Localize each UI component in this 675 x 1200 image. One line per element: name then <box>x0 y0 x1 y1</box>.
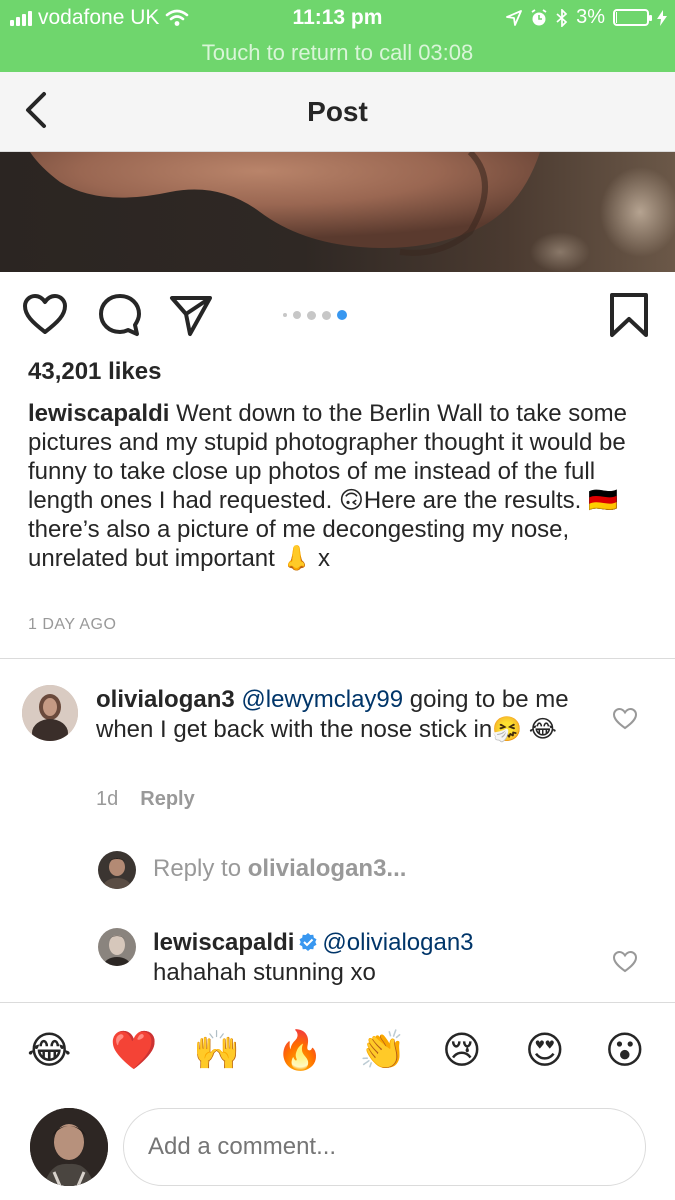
charging-bolt-icon <box>657 9 667 26</box>
comment-input[interactable] <box>123 1108 646 1186</box>
reply-text: hahahah stunning xo <box>153 959 376 986</box>
alarm-icon <box>531 8 547 25</box>
emoji-quick-bar: 😂 ❤️ 🙌 🔥 👏 😢 😍 😮 <box>0 1022 675 1082</box>
avatar[interactable] <box>98 928 136 966</box>
reply-button[interactable]: Reply <box>140 788 194 810</box>
like-count[interactable]: 43,201 likes <box>28 358 161 386</box>
emoji-joy[interactable]: 😂 <box>27 1022 71 1078</box>
avatar <box>30 1108 108 1186</box>
page-title: Post <box>307 96 368 127</box>
reply-mention[interactable]: @olivialogan3 <box>322 929 473 956</box>
carousel-dot <box>293 311 301 319</box>
share-icon[interactable] <box>168 292 214 338</box>
carousel-dot <box>307 310 316 320</box>
emoji-red-heart[interactable]: ❤️ <box>110 1022 157 1078</box>
carousel-indicator <box>283 310 347 320</box>
post-caption: lewiscapaldi Went down to the Berlin Wal… <box>28 399 653 573</box>
avatar-image <box>22 685 78 741</box>
comment-icon[interactable] <box>97 292 143 338</box>
reply-body: lewiscapaldi @olivialogan3 hahahah stunnin… <box>153 928 593 988</box>
battery-fill <box>616 12 617 23</box>
post-timestamp: 1 DAY AGO <box>28 616 117 633</box>
emoji-raised-hands[interactable]: 🙌 <box>193 1022 240 1078</box>
avatar[interactable] <box>22 685 78 741</box>
reply-prompt-prefix: Reply to <box>153 855 248 882</box>
bluetooth-icon <box>556 8 568 27</box>
avatar-image <box>98 928 136 966</box>
comment-username[interactable]: olivialogan3 <box>96 686 235 713</box>
emoji-cry[interactable]: 😢 <box>442 1022 482 1078</box>
battery-percent: 3% <box>576 6 605 28</box>
bookmark-icon[interactable] <box>606 292 652 338</box>
avatar-image <box>98 851 136 889</box>
reply-prompt[interactable]: Reply to olivialogan3... <box>153 855 406 883</box>
return-to-call-banner[interactable]: Touch to return to call 03:08 <box>0 36 675 72</box>
carousel-dot <box>322 310 331 320</box>
status-bar: vodafone UK 11:13 pm 3% <box>0 0 675 36</box>
avatar <box>98 851 136 889</box>
comment-like-icon[interactable] <box>612 707 638 731</box>
emoji-open-mouth[interactable]: 😮 <box>605 1022 645 1078</box>
comment-age: 1d <box>96 788 119 810</box>
emoji-fire[interactable]: 🔥 <box>276 1022 323 1078</box>
caption-username[interactable]: lewiscapaldi <box>28 400 169 427</box>
carousel-dot-active <box>337 310 347 320</box>
location-arrow-icon <box>506 9 522 26</box>
post-photo-image <box>0 152 675 272</box>
comment-body: olivialogan3 @lewymclay99 going to be me… <box>96 685 576 745</box>
verified-badge-icon <box>299 933 317 951</box>
heart-icon[interactable] <box>22 292 68 338</box>
nav-bar: Post <box>0 72 675 152</box>
reply-like-icon[interactable] <box>612 950 638 974</box>
status-icons: 3% <box>506 6 667 29</box>
post-actions <box>0 290 675 340</box>
carousel-dot <box>283 313 287 317</box>
comment-meta: 1d Reply <box>96 788 195 811</box>
avatar-image <box>30 1108 108 1186</box>
post-photo[interactable] <box>0 152 675 272</box>
reply-prompt-username: olivialogan3... <box>247 855 407 882</box>
emoji-heart-eyes[interactable]: 😍 <box>525 1022 565 1078</box>
battery-icon <box>613 9 652 26</box>
reply-username[interactable]: lewiscapaldi <box>153 929 294 956</box>
divider <box>0 658 675 659</box>
comment-mention[interactable]: @lewymclay99 <box>241 686 403 713</box>
emoji-clap[interactable]: 👏 <box>359 1022 406 1078</box>
divider <box>0 1002 675 1003</box>
